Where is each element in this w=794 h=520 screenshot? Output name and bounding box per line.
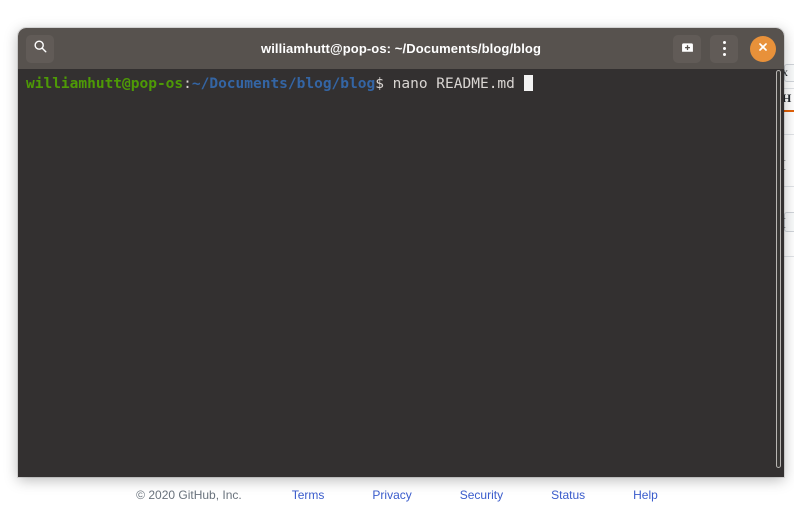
new-tab-icon [680, 39, 695, 59]
terminal-window: williamhutt@pop-os: ~/Documents/blog/blo… [18, 28, 784, 477]
footer-link-status[interactable]: Status [551, 488, 585, 502]
window-title: williamhutt@pop-os: ~/Documents/blog/blo… [260, 41, 541, 56]
search-icon [33, 39, 48, 59]
prompt-separator: : [183, 76, 192, 92]
footer-link-help[interactable]: Help [633, 488, 658, 502]
prompt-user-host: williamhutt@pop-os [26, 76, 184, 92]
footer-copyright: © 2020 GitHub, Inc. [136, 488, 242, 502]
footer-link-security[interactable]: Security [460, 488, 503, 502]
footer-links-row: © 2020 GitHub, Inc. Terms Privacy Securi… [136, 488, 658, 502]
titlebar-left-group [26, 34, 54, 63]
prompt-path: ~/Documents/blog/blog [191, 76, 376, 92]
vertical-dots-menu-icon [722, 41, 726, 56]
terminal-content-area[interactable]: williamhutt@pop-os:~/Documents/blog/blog… [18, 69, 784, 477]
footer-link-terms[interactable]: Terms [292, 488, 325, 502]
terminal-titlebar[interactable]: williamhutt@pop-os: ~/Documents/blog/blo… [18, 28, 784, 69]
new-tab-button[interactable] [673, 34, 701, 63]
terminal-scrollbar-thumb[interactable] [776, 70, 781, 468]
terminal-prompt-line: williamhutt@pop-os:~/Documents/blog/blog… [26, 75, 784, 94]
block-cursor [523, 75, 533, 91]
footer-link-privacy[interactable]: Privacy [372, 488, 411, 502]
titlebar-right-group [673, 34, 776, 63]
search-button[interactable] [26, 34, 54, 63]
close-icon [757, 40, 769, 58]
close-button[interactable] [750, 35, 776, 62]
terminal-scrollbar[interactable] [775, 69, 782, 477]
prompt-command: $ nano README.md [375, 76, 524, 92]
github-footer: © 2020 GitHub, Inc. Terms Privacy Securi… [0, 470, 794, 520]
menu-button[interactable] [710, 34, 738, 63]
